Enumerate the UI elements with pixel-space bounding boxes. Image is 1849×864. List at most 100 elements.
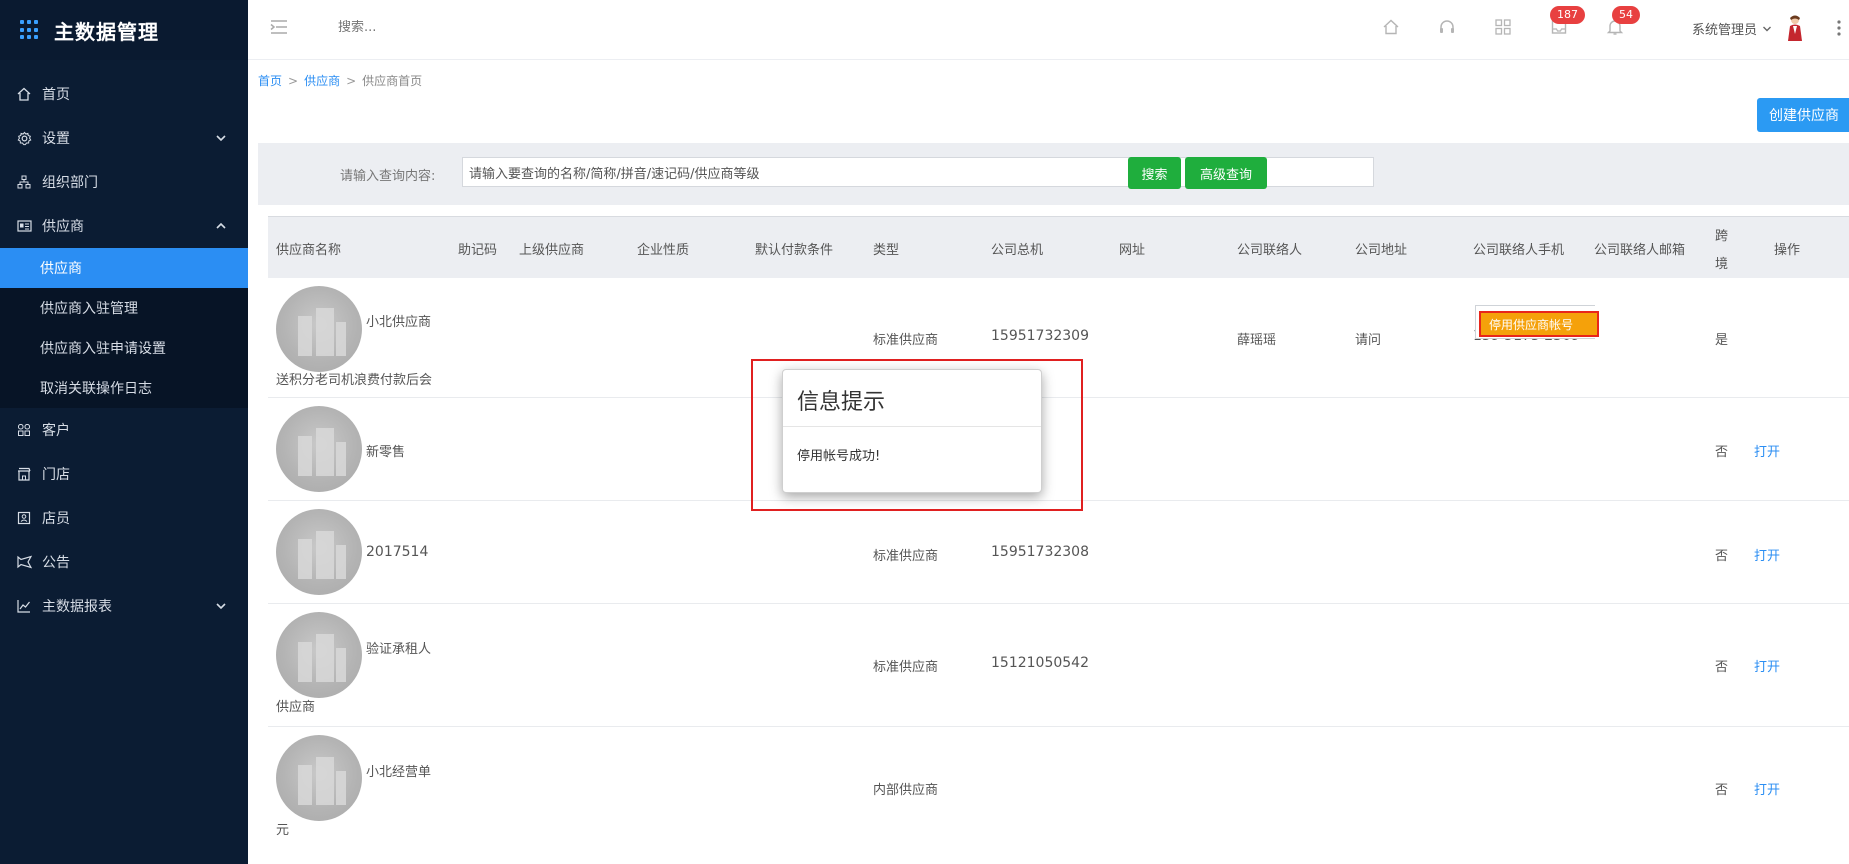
breadcrumb-separator: >: [288, 74, 299, 88]
submenu-item-vendor-onboarding[interactable]: 供应商入驻管理: [0, 288, 248, 328]
vendor-name: 新零售: [366, 445, 406, 460]
sidebar-item-org[interactable]: 组织部门: [0, 160, 248, 204]
dialog-message: 停用帐号成功!: [797, 449, 881, 464]
vendor-type: 标准供应商: [873, 660, 939, 675]
chevron-down-icon: [216, 135, 226, 142]
vendor-logo: [276, 735, 362, 821]
sidebar-item-report[interactable]: 主数据报表: [0, 584, 248, 628]
headset-icon[interactable]: [1438, 18, 1456, 36]
sidebar-item-store[interactable]: 门店: [0, 452, 248, 496]
open-link[interactable]: 打开: [1754, 656, 1780, 675]
breadcrumb-vendor[interactable]: 供应商: [304, 74, 340, 88]
vendor-logo: [276, 509, 362, 595]
sidebar-item-label: 首页: [42, 87, 70, 103]
brand: 主数据管理: [0, 0, 248, 60]
chevron-down-icon: [1763, 26, 1772, 31]
notification-count-badge: 54: [1612, 6, 1640, 24]
table-row: 小北经营单 元 内部供应商 否 打开: [268, 727, 1849, 864]
vendor-type: 内部供应商: [873, 783, 939, 798]
disable-vendor-account-button[interactable]: 停用供应商帐号: [1479, 311, 1599, 337]
vendor-name-cont: 供应商: [276, 700, 316, 715]
col-website: 网址: [1119, 243, 1146, 258]
vendor-cross-border: 是: [1715, 333, 1729, 348]
col-mobile: 公司联络人手机: [1473, 243, 1565, 258]
avatar[interactable]: [1784, 14, 1806, 42]
col-operation: 操作: [1774, 243, 1801, 258]
home-icon: [16, 86, 32, 102]
vendor-submenu: 供应商 供应商入驻管理 供应商入驻申请设置 取消关联操作日志: [0, 248, 248, 408]
submenu-item-vendor[interactable]: 供应商: [0, 248, 248, 288]
vendor-name: 验证承租人: [366, 642, 432, 657]
vendor-name: 2017514: [366, 544, 429, 560]
sidebar-item-home[interactable]: 首页: [0, 72, 248, 116]
create-vendor-button[interactable]: 创建供应商: [1757, 98, 1849, 132]
message-count-badge: 187: [1550, 6, 1585, 24]
global-search-input[interactable]: [338, 20, 558, 35]
breadcrumb-current: 供应商首页: [362, 74, 423, 88]
query-label: 请输入查询内容:: [340, 169, 436, 184]
col-code: 助记码: [458, 243, 498, 258]
announcement-icon: [16, 554, 32, 570]
vendor-phone: 15951732309: [991, 328, 1089, 344]
apps-grid-icon[interactable]: [1494, 18, 1512, 36]
chevron-down-icon: [216, 603, 226, 610]
customer-icon: [16, 422, 32, 438]
menu-toggle-icon[interactable]: [270, 18, 288, 36]
open-link[interactable]: 打开: [1754, 545, 1780, 564]
table-row: 2017514 标准供应商 15951732308 否 打开: [268, 501, 1849, 604]
sidebar-item-customer[interactable]: 客户: [0, 408, 248, 452]
open-link[interactable]: 打开: [1754, 441, 1780, 460]
user-menu[interactable]: 系统管理员: [1692, 19, 1773, 38]
col-email: 公司联络人邮箱: [1594, 243, 1686, 258]
submenu-item-onboarding-settings[interactable]: 供应商入驻申请设置: [0, 328, 248, 368]
sidebar-item-label: 组织部门: [42, 175, 98, 191]
vendor-logo: [276, 286, 362, 372]
col-phone: 公司总机: [991, 243, 1044, 258]
app-title: 主数据管理: [54, 19, 159, 44]
col-contact: 公司联络人: [1237, 243, 1303, 258]
vendor-name-cont: 元: [276, 823, 290, 838]
sidebar-item-announcement[interactable]: 公告: [0, 540, 248, 584]
staff-icon: [16, 510, 32, 526]
sidebar-item-label: 客户: [42, 423, 70, 439]
advanced-search-button[interactable]: 高级查询: [1185, 157, 1267, 189]
sidebar-item-staff[interactable]: 店员: [0, 496, 248, 540]
vendor-type: 标准供应商: [873, 549, 939, 564]
col-parent: 上级供应商: [519, 243, 585, 258]
query-panel: 请输入查询内容: 搜索 高级查询: [258, 143, 1849, 205]
col-cross-border: 跨境: [1715, 229, 1729, 272]
vendor-card-icon: [16, 218, 32, 234]
sidebar-menu: 首页 设置 组织部门 供应商 供应商 供应商入驻管理 供应商入驻申请设置 取消关…: [0, 72, 248, 628]
search-button[interactable]: 搜索: [1128, 157, 1181, 189]
dialog-title: 信息提示: [783, 370, 1041, 427]
app-grid-icon: [20, 20, 40, 40]
vendor-type: 标准供应商: [873, 333, 939, 348]
breadcrumb: 首页 > 供应商 > 供应商首页: [258, 72, 422, 89]
col-address: 公司地址: [1355, 243, 1408, 258]
sidebar-item-vendor[interactable]: 供应商: [0, 204, 248, 248]
submenu-item-unlink-log[interactable]: 取消关联操作日志: [0, 368, 248, 408]
vendor-phone: 15951732308: [991, 544, 1089, 560]
vendor-name: 小北经营单: [366, 765, 432, 780]
vendor-logo: [276, 406, 362, 492]
vendor-contact: 薛瑶瑶: [1237, 333, 1277, 348]
chart-icon: [16, 598, 32, 614]
store-icon: [16, 466, 32, 482]
vendor-cross-border: 否: [1715, 660, 1729, 675]
sidebar-item-settings[interactable]: 设置: [0, 116, 248, 160]
breadcrumb-home[interactable]: 首页: [258, 74, 282, 88]
breadcrumb-separator: >: [346, 74, 357, 88]
more-vertical-icon[interactable]: [1836, 18, 1842, 38]
col-type: 类型: [873, 243, 900, 258]
vendor-name-cont: 送积分老司机浪费付款后会: [276, 373, 433, 388]
vendor-logo: [276, 612, 362, 698]
vendor-table: 供应商名称 助记码 上级供应商 企业性质 默认付款条件 类型 公司总机 网址 公…: [268, 216, 1849, 838]
open-link[interactable]: 打开: [1754, 779, 1780, 798]
sidebar-item-label: 门店: [42, 467, 70, 483]
home-icon[interactable]: [1382, 18, 1400, 36]
vendor-cross-border: 否: [1715, 445, 1729, 460]
sidebar-item-label: 主数据报表: [42, 599, 112, 615]
gear-icon: [16, 130, 32, 146]
app-root: 主数据管理 首页 设置 组织部门 供应商 供应商 供应商入驻管理 供应商入驻申请…: [0, 0, 1849, 864]
org-chart-icon: [16, 174, 32, 190]
